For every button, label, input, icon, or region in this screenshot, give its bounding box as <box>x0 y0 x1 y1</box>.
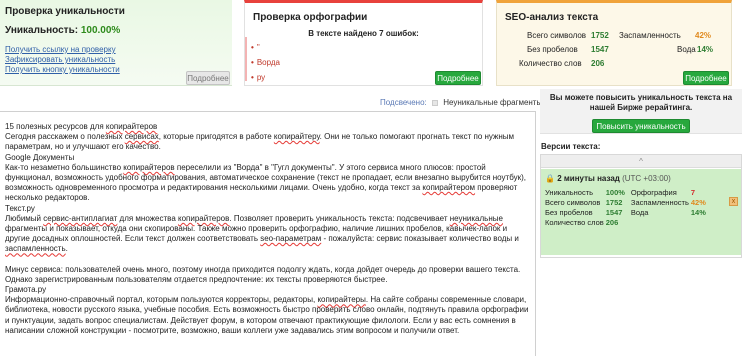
text-line: Текст.ру <box>5 203 35 213</box>
version-stat-row: Количество слов 206 <box>545 217 619 227</box>
seo-title: SEO-анализ текста <box>505 12 599 23</box>
seo-total-chars-value: 1752 <box>591 31 609 40</box>
uniqueness-title: Проверка уникальности <box>5 6 125 17</box>
versions-title: Версии текста: <box>541 142 601 151</box>
text-line: Google Документы <box>5 152 75 162</box>
version-stat-row: Без пробелов 1547 Вода 14% <box>545 207 706 217</box>
close-icon[interactable]: x <box>729 197 738 206</box>
lock-icon: 🔒 <box>545 174 555 183</box>
spelling-details-button[interactable]: Подробнее <box>435 71 481 85</box>
checked-text-area[interactable]: 15 полезных ресурсов для копирайтеров Се… <box>0 111 536 356</box>
seo-no-spaces-label: Без пробелов <box>527 45 578 54</box>
seo-water-value: 14% <box>697 45 714 54</box>
spelling-card: Проверка орфографии В тексте найдено 7 о… <box>244 0 483 86</box>
text-paragraph: Сегодня расскажем о полезных сервисах, к… <box>5 132 515 152</box>
version-stat-row: Всего символов 1752 Заспамленность 42% <box>545 197 706 207</box>
spelling-title: Проверка орфографии <box>253 12 368 23</box>
rewrite-promo: Вы можете повысить уникальность текста н… <box>540 89 742 134</box>
text-paragraph: Любимый сервис-антиплагиат для множества… <box>5 213 519 254</box>
promo-text: Вы можете повысить уникальность текста н… <box>549 93 733 112</box>
spelling-error-item[interactable]: • ру <box>251 70 431 85</box>
text-line: Грамота.ру <box>5 285 47 295</box>
uniqueness-links: Получить ссылку на проверку Зафиксироват… <box>5 45 120 75</box>
highlight-mode[interactable]: Неуникальные фрагменты <box>443 98 542 107</box>
uniqueness-value: 100.00% <box>80 25 121 36</box>
spelling-error-item[interactable]: • Ворда <box>251 55 431 70</box>
versions-panel: ^ 🔒 2 минуты назад (UTC +03:00) Уникальн… <box>540 154 742 258</box>
seo-total-chars-label: Всего символов <box>527 31 587 40</box>
get-check-link[interactable]: Получить ссылку на проверку <box>5 45 120 55</box>
version-time: 🔒 2 минуты назад (UTC +03:00) <box>545 174 671 183</box>
text-paragraph: Как-то незаметно большинство копирайтеро… <box>5 162 526 203</box>
highlight-bar: Подсвечено: Неуникальные фрагменты <box>380 98 542 107</box>
seo-card: SEO-анализ текста Всего символов 1752 Бе… <box>496 0 732 86</box>
version-item[interactable]: 🔒 2 минуты назад (UTC +03:00) Уникальнос… <box>541 169 741 255</box>
seo-water-label: Вода <box>677 45 696 54</box>
spelling-errors-stripe <box>245 37 247 81</box>
seo-word-count-value: 206 <box>591 59 605 68</box>
uniqueness-label: Уникальность: <box>5 25 79 36</box>
uniqueness-details-button[interactable]: Подробнее <box>186 71 230 85</box>
seo-word-count-label: Количество слов <box>519 59 582 68</box>
uniqueness-card: Проверка уникальности Уникальность: 100.… <box>0 0 232 86</box>
spelling-errors-list: • " • Ворда • ру <box>251 40 431 85</box>
text-line: 15 полезных ресурсов для копирайтеров <box>5 122 158 131</box>
version-stat-row: Уникальность 100% Орфография 7 <box>545 187 696 197</box>
spelling-summary: В тексте найдено 7 ошибок: <box>308 29 419 38</box>
chevron-up-icon[interactable]: ^ <box>541 155 741 168</box>
uniqueness-value-row: Уникальность: 100.00% <box>5 25 120 36</box>
version-stats: Уникальность 100% Орфография 7 Всего симво… <box>545 187 717 227</box>
increase-uniqueness-button[interactable]: Повысить уникальность <box>592 119 690 133</box>
text-paragraph: Информационно-справочный портал, которым… <box>5 295 529 335</box>
highlight-swatch-icon <box>431 100 438 106</box>
seo-spam-value: 42% <box>695 31 712 40</box>
seo-no-spaces-value: 1547 <box>591 45 609 54</box>
highlight-label: Подсвечено: <box>380 98 427 107</box>
get-uniqueness-button-link[interactable]: Получить кнопку уникальности <box>5 65 120 75</box>
text-paragraph: Минус сервиса: пользователей очень много… <box>5 264 521 284</box>
spelling-error-item[interactable]: • " <box>251 40 431 55</box>
seo-details-button[interactable]: Подробнее <box>683 71 729 85</box>
seo-spam-label: Заспамленность <box>619 31 681 40</box>
fix-uniqueness-link[interactable]: Зафиксировать уникальность <box>5 55 120 65</box>
